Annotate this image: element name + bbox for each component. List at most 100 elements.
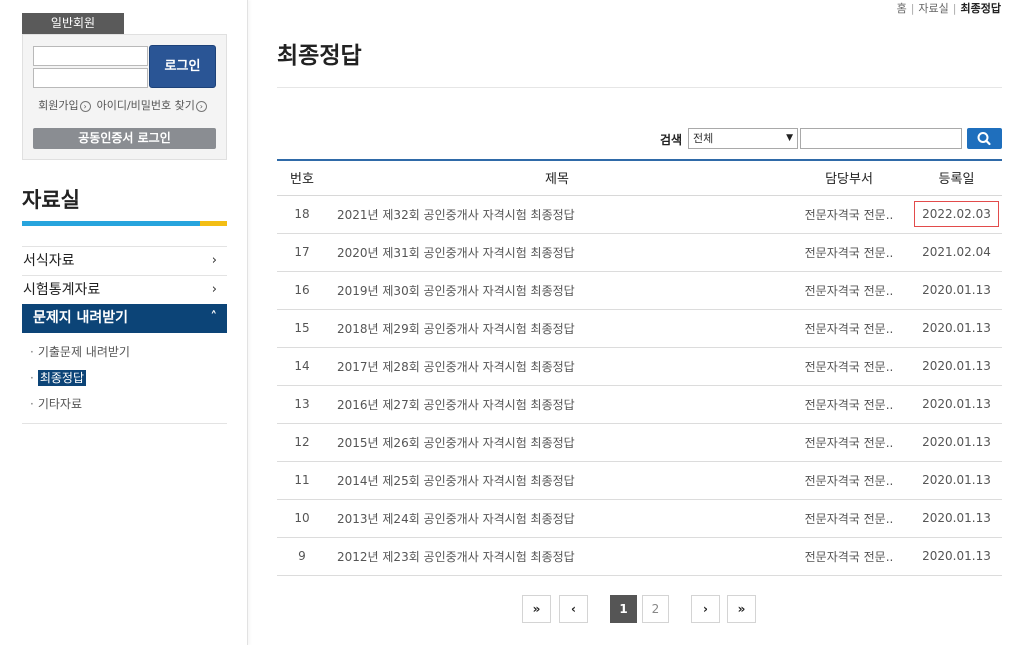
login-box: 로그인 회원가입 › 아이디/비밀번호 찾기 › 공동인증서 로그인 xyxy=(22,34,227,160)
login-links: 회원가입 › 아이디/비밀번호 찾기 › xyxy=(23,97,228,113)
chevron-right-icon: › xyxy=(211,253,217,268)
row-date: 2020.01.13 xyxy=(922,511,991,525)
join-link[interactable]: 회원가입 xyxy=(38,99,78,112)
search-button[interactable] xyxy=(967,128,1002,149)
prev-page-button[interactable]: ‹ xyxy=(559,595,588,623)
row-number: 17 xyxy=(294,245,310,259)
row-date: 2020.01.13 xyxy=(922,321,991,335)
row-department: 전문자격국 전문.. xyxy=(804,549,894,564)
table-row[interactable]: 13 2016년 제27회 공인중개사 자격시험 최종정답 전문자격국 전문.. 20… xyxy=(277,385,1002,424)
sidebar-menu: 서식자료 › 시험통계자료 › 문제지 내려받기 ˄ · 기출문제 내려받기 · 최… xyxy=(22,246,227,424)
row-department: 전문자격국 전문.. xyxy=(804,435,894,450)
table-row[interactable]: 16 2019년 제30회 공인중개사 자격시험 최종정답 전문자격국 전문.. 20… xyxy=(277,271,1002,310)
search-label: 검색 xyxy=(660,133,683,147)
sidebar-item-label: 서식자료 xyxy=(23,253,75,269)
row-number: 15 xyxy=(294,321,310,335)
chevron-up-icon: ˄ xyxy=(210,310,218,325)
next-page-button[interactable]: › xyxy=(691,595,720,623)
row-date: 2020.01.13 xyxy=(922,435,991,449)
row-department: 전문자격국 전문.. xyxy=(804,473,894,488)
breadcrumb-parent[interactable]: 자료실 xyxy=(918,2,948,15)
row-department: 전문자격국 전문.. xyxy=(804,283,894,298)
chevron-right-icon[interactable]: › xyxy=(79,100,91,112)
sidebar-item-forms[interactable]: 서식자료 › xyxy=(22,246,227,275)
search-icon xyxy=(977,132,991,146)
find-account-link[interactable]: 아이디/비밀번호 찾기 xyxy=(97,99,195,112)
table-header-row: 번호 제목 담당부서 등록일 xyxy=(277,160,1002,196)
search-type-select[interactable]: 전체 ▼ xyxy=(688,128,798,149)
password-field[interactable] xyxy=(33,68,148,88)
header-number: 번호 xyxy=(277,160,327,196)
row-title-link[interactable]: 2014년 제25회 공인중개사 자격시험 최종정답 xyxy=(337,474,575,488)
row-title-link[interactable]: 2021년 제32회 공인중개사 자격시험 최종정답 xyxy=(337,208,575,222)
table-row[interactable]: 11 2014년 제25회 공인중개사 자격시험 최종정답 전문자격국 전문.. 20… xyxy=(277,461,1002,500)
submenu-item-past-exams[interactable]: · 기출문제 내려받기 xyxy=(30,339,227,365)
row-title-link[interactable]: 2013년 제24회 공인중개사 자격시험 최종정답 xyxy=(337,512,575,526)
row-title-link[interactable]: 2017년 제28회 공인중개사 자격시험 최종정답 xyxy=(337,360,575,374)
table-row[interactable]: 14 2017년 제28회 공인중개사 자격시험 최종정답 전문자격국 전문.. 20… xyxy=(277,347,1002,386)
section-title: 자료실 xyxy=(22,188,80,212)
row-department: 전문자격국 전문.. xyxy=(804,207,894,222)
row-number: 16 xyxy=(294,283,310,297)
row-date: 2020.01.13 xyxy=(922,473,991,487)
sidebar-item-exam-stats[interactable]: 시험통계자료 › xyxy=(22,275,227,304)
member-tab[interactable]: 일반회원 xyxy=(22,13,124,34)
first-page-button[interactable]: » xyxy=(522,595,551,623)
table-row[interactable]: 10 2013년 제24회 공인중개사 자격시험 최종정답 전문자격국 전문.. 20… xyxy=(277,499,1002,538)
breadcrumb-home[interactable]: 홈 xyxy=(897,2,907,15)
row-number: 10 xyxy=(294,511,310,525)
certificate-login-button[interactable]: 공동인증서 로그인 xyxy=(33,128,216,149)
table-row[interactable]: 9 2012년 제23회 공인중개사 자격시험 최종정답 전문자격국 전문.. 202… xyxy=(277,537,1002,576)
row-number: 11 xyxy=(294,473,310,487)
row-title-link[interactable]: 2020년 제31회 공인중개사 자격시험 최종정답 xyxy=(337,246,575,260)
row-title-link[interactable]: 2015년 제26회 공인중개사 자격시험 최종정답 xyxy=(337,436,575,450)
sidebar-item-label: 문제지 내려받기 xyxy=(33,310,129,326)
table-row[interactable]: 17 2020년 제31회 공인중개사 자격시험 최종정답 전문자격국 전문.. 20… xyxy=(277,233,1002,272)
row-date: 2022.02.03 xyxy=(914,201,999,227)
header-department: 담당부서 xyxy=(787,160,911,196)
page-title: 최종정답 xyxy=(277,43,362,69)
row-date: 2020.01.13 xyxy=(922,549,991,563)
header-date: 등록일 xyxy=(911,160,1002,196)
page-1-button[interactable]: 1 xyxy=(610,595,637,623)
chevron-down-icon: ▼ xyxy=(786,133,793,143)
row-number: 12 xyxy=(294,435,310,449)
last-page-button[interactable]: » xyxy=(727,595,756,623)
breadcrumb: 홈 | 자료실 | 최종정답 xyxy=(896,2,1001,15)
login-button[interactable]: 로그인 xyxy=(149,45,216,88)
sidebar-item-download-papers[interactable]: 문제지 내려받기 ˄ xyxy=(22,304,227,333)
row-date: 2020.01.13 xyxy=(922,359,991,373)
row-department: 전문자격국 전문.. xyxy=(804,397,894,412)
row-number: 9 xyxy=(298,549,306,563)
row-date: 2020.01.13 xyxy=(922,397,991,411)
submenu-item-final-answers[interactable]: · 최종정답 xyxy=(30,365,227,391)
chevron-right-icon[interactable]: › xyxy=(195,100,207,112)
page-2-button[interactable]: 2 xyxy=(642,595,669,623)
row-title-link[interactable]: 2016년 제27회 공인중개사 자격시험 최종정답 xyxy=(337,398,575,412)
sidebar-item-label: 시험통계자료 xyxy=(23,282,101,298)
submenu-item-other-materials[interactable]: · 기타자료 xyxy=(30,391,227,417)
row-title-link[interactable]: 2019년 제30회 공인중개사 자격시험 최종정답 xyxy=(337,284,575,298)
row-department: 전문자격국 전문.. xyxy=(804,245,894,260)
table-row[interactable]: 15 2018년 제29회 공인중개사 자격시험 최종정답 전문자격국 전문.. 20… xyxy=(277,309,1002,348)
table-row[interactable]: 12 2015년 제26회 공인중개사 자격시험 최종정답 전문자격국 전문.. 20… xyxy=(277,423,1002,462)
row-date: 2021.02.04 xyxy=(922,245,991,259)
row-department: 전문자격국 전문.. xyxy=(804,321,894,336)
row-title-link[interactable]: 2012년 제23회 공인중개사 자격시험 최종정답 xyxy=(337,550,575,564)
row-department: 전문자격국 전문.. xyxy=(804,359,894,374)
header-title: 제목 xyxy=(327,160,787,196)
answer-table: 번호 제목 담당부서 등록일 18 2021년 제32회 공인중개사 자격시험 최… xyxy=(277,159,1002,576)
sidebar-submenu: · 기출문제 내려받기 · 최종정답 · 기타자료 xyxy=(22,333,227,424)
row-number: 18 xyxy=(294,207,310,221)
section-title-bar xyxy=(22,221,227,226)
breadcrumb-current: 최종정답 xyxy=(960,2,1001,15)
chevron-right-icon: › xyxy=(211,282,217,297)
search-input[interactable] xyxy=(800,128,962,149)
table-row[interactable]: 18 2021년 제32회 공인중개사 자격시험 최종정답 전문자격국 전문.. 20… xyxy=(277,195,1002,234)
user-id-field[interactable] xyxy=(33,46,148,66)
title-divider xyxy=(277,87,1002,88)
left-sidebar: 일반회원 로그인 회원가입 › 아이디/비밀번호 찾기 › 공동인증서 로그인 자료실… xyxy=(0,0,248,645)
row-department: 전문자격국 전문.. xyxy=(804,511,894,526)
row-title-link[interactable]: 2018년 제29회 공인중개사 자격시험 최종정답 xyxy=(337,322,575,336)
row-number: 13 xyxy=(294,397,310,411)
